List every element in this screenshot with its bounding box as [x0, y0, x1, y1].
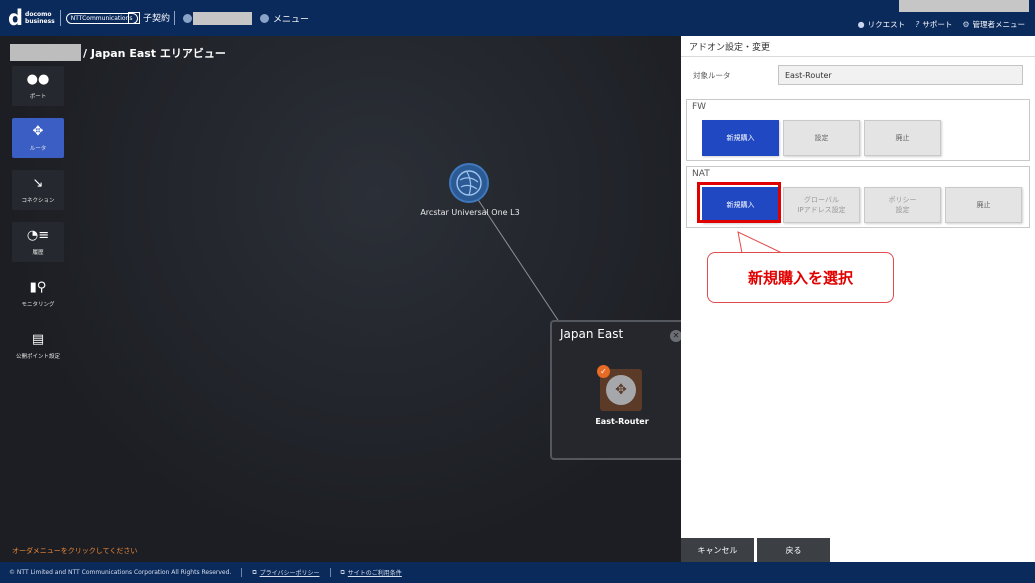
router-icon: ✥: [606, 375, 636, 405]
contract-selector[interactable]: 子契約: [128, 11, 170, 24]
admin-menu-link[interactable]: ⚙ 管理者メニュー: [962, 19, 1025, 30]
fw-section: FW 新規購入 設定 廃止: [686, 99, 1030, 161]
page-footer: © NTT Limited and NTT Communications Cor…: [0, 562, 1035, 583]
brand-text-business: business: [25, 18, 55, 25]
connection-line: [468, 185, 606, 392]
cloud-network-label: Arcstar Universal One L3: [420, 208, 520, 217]
support-link[interactable]: ? サポート: [915, 19, 952, 30]
brand-logo[interactable]: d docomo business NTTCommunications: [8, 6, 138, 30]
contract-label: 子契約: [143, 14, 171, 24]
router-label: East-Router: [595, 417, 649, 426]
gear-icon: ⚙: [962, 20, 970, 29]
copyright-text: © NTT Limited and NTT Communications Cor…: [9, 569, 232, 576]
nat-policy-button[interactable]: ポリシー 設定: [864, 187, 941, 223]
order-message: オーダメニューをクリックしてください: [12, 547, 138, 555]
check-icon: ✓: [597, 365, 610, 378]
top-header: d docomo business NTTCommunications 子契約 …: [0, 0, 1035, 36]
terms-icon: ⧉: [340, 568, 345, 576]
target-router-label: 対象ルータ: [693, 71, 731, 80]
callout-label: 新規購入を選択: [707, 252, 894, 303]
privacy-policy-link[interactable]: プライバシーポリシー: [260, 568, 320, 577]
footer-divider: [241, 568, 243, 577]
panel-divider: [681, 56, 1035, 57]
highlight-box: [697, 182, 781, 223]
bell-icon: ●: [857, 20, 865, 29]
panel-title: アドオン設定・変更: [689, 43, 771, 53]
contract-tree-icon: [128, 11, 140, 24]
user-status-icon: [183, 14, 192, 23]
nat-global-ip-button[interactable]: グローバル IPアドレス設定: [783, 187, 860, 223]
panel-actions: キャンセル 戻る: [681, 538, 833, 562]
terms-link[interactable]: サイトのご利用条件: [348, 568, 402, 577]
fw-abolish-button[interactable]: 廃止: [864, 120, 941, 156]
region-box[interactable]: Japan East ✕ ✥ ✓ East-Router: [550, 320, 681, 460]
back-button[interactable]: 戻る: [757, 538, 830, 562]
cloud-network-icon[interactable]: [449, 163, 489, 203]
menu-button[interactable]: メニュー: [260, 12, 309, 25]
area-view-canvas[interactable]: / Japan East エリアビュー ●● ポート ✥ ルータ ↘ コネクショ…: [0, 36, 681, 562]
privacy-icon: ⧉: [252, 568, 257, 576]
menu-icon: [260, 14, 269, 23]
footer-divider: [329, 568, 331, 577]
ntt-logo: NTTCommunications: [65, 12, 138, 24]
brand-mark: d: [8, 6, 24, 30]
brand-text-docomo: docomo: [25, 11, 52, 18]
nat-section-title: NAT: [692, 169, 710, 179]
fw-section-title: FW: [692, 102, 707, 112]
nat-abolish-button[interactable]: 廃止: [945, 187, 1022, 223]
header-links: ● リクエスト ? サポート ⚙ 管理者メニュー: [858, 19, 1025, 30]
close-icon[interactable]: ✕: [670, 330, 681, 342]
masked-user-info: [899, 0, 1029, 12]
fw-settings-button[interactable]: 設定: [783, 120, 860, 156]
brand-divider: [59, 10, 61, 26]
header-divider: [174, 11, 175, 25]
help-icon: ?: [915, 20, 920, 29]
request-link[interactable]: ● リクエスト: [858, 19, 905, 30]
region-title: Japan East: [560, 327, 624, 341]
network-glyph-icon: [456, 170, 482, 196]
menu-label: メニュー: [273, 15, 310, 25]
cancel-button[interactable]: キャンセル: [681, 538, 754, 562]
fw-new-purchase-button[interactable]: 新規購入: [702, 120, 779, 156]
target-router-field[interactable]: [778, 65, 1023, 85]
masked-account-name: [193, 12, 252, 25]
